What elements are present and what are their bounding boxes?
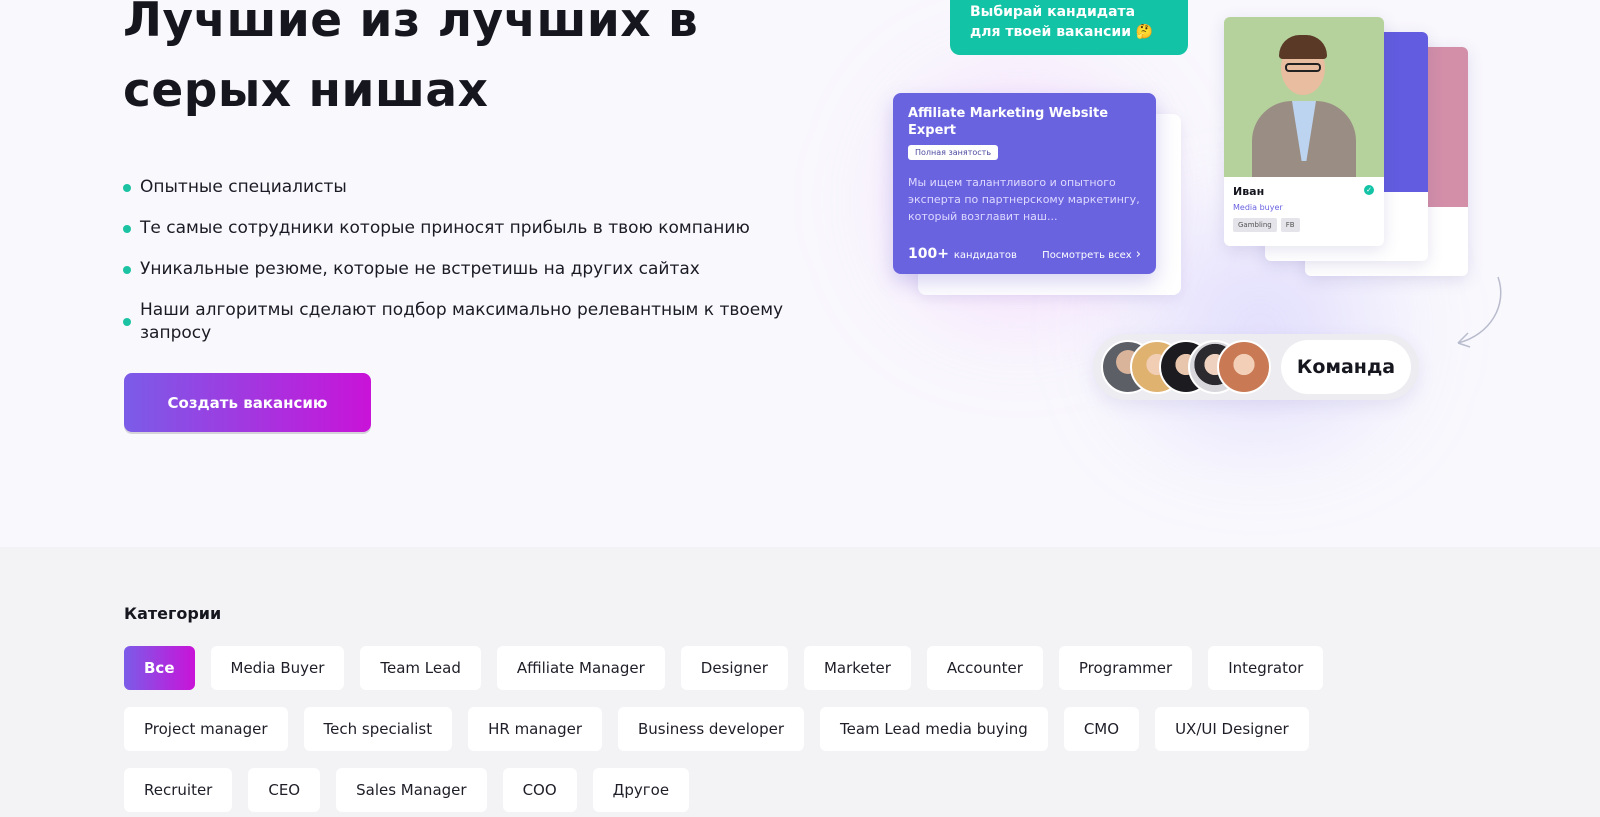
create-vacancy-button[interactable]: Создать вакансию xyxy=(124,373,371,432)
page-title: Лучшие из лучших в серых нишах xyxy=(123,0,823,126)
category-chip-designer[interactable]: Designer xyxy=(680,646,788,690)
category-row-1: Все Media Buyer Team Lead Affiliate Mana… xyxy=(124,646,1339,690)
employment-tag: Полная занятость xyxy=(908,145,999,160)
candidate-info: Иван Media buyer ✓ Gambling FB xyxy=(1224,177,1384,240)
hero-section: Лучшие из лучших в серых нишах Опытные с… xyxy=(0,0,1600,547)
person-illustration xyxy=(1252,27,1356,177)
candidate-card[interactable]: Иван Media buyer ✓ Gambling FB xyxy=(1224,17,1384,246)
candidates-count: 100+ кандидатов xyxy=(908,246,1017,262)
job-title: Affiliate Marketing Website Expert xyxy=(908,106,1109,138)
category-chip-tech-specialist[interactable]: Tech specialist xyxy=(303,707,453,751)
category-row-2: Project manager Tech specialist HR manag… xyxy=(124,707,1325,751)
tooltip-bubble: Выбирай кандидата для твоей вакансии 🤔 xyxy=(950,0,1188,55)
feature-item: Наши алгоритмы сделают подбор максимальн… xyxy=(123,299,843,345)
category-chip-recruiter[interactable]: Recruiter xyxy=(124,768,233,812)
category-chip-cmo[interactable]: CMO xyxy=(1063,707,1140,751)
categories-title: Категории xyxy=(124,604,222,623)
title-line-1: Лучшие из лучших в xyxy=(123,0,699,48)
verified-icon: ✓ xyxy=(1364,185,1374,195)
candidate-photo xyxy=(1224,17,1384,177)
bullet-icon xyxy=(123,224,131,233)
skill-chip: FB xyxy=(1280,218,1300,232)
category-chip-integrator[interactable]: Integrator xyxy=(1208,646,1324,690)
categories-section: Категории Все Media Buyer Team Lead Affi… xyxy=(0,547,1600,817)
feature-item: Уникальные резюме, которые не встретишь … xyxy=(123,258,843,281)
category-chip-team-lead-media-buying[interactable]: Team Lead media buying xyxy=(820,707,1048,751)
view-all-link[interactable]: Посмотреть всех xyxy=(1042,247,1141,262)
team-label: Команда xyxy=(1281,340,1411,394)
curved-arrow-icon xyxy=(1457,276,1502,348)
category-chip-media-buyer[interactable]: Media Buyer xyxy=(210,646,345,690)
team-avatars xyxy=(1101,340,1273,394)
category-chip-programmer[interactable]: Programmer xyxy=(1058,646,1193,690)
category-chip-ceo[interactable]: CEO xyxy=(248,768,321,812)
category-chip-project-manager[interactable]: Project manager xyxy=(124,707,288,751)
category-chip-ux-ui-designer[interactable]: UX/UI Designer xyxy=(1155,707,1309,751)
category-chip-business-developer[interactable]: Business developer xyxy=(617,707,805,751)
category-chip-accounter[interactable]: Accounter xyxy=(926,646,1043,690)
category-chip-sales-manager[interactable]: Sales Manager xyxy=(336,768,487,812)
category-row-3: Recruiter CEO Sales Manager COO Другое xyxy=(124,768,705,812)
title-line-2: серых нишах xyxy=(123,63,489,118)
category-chip-affiliate-manager[interactable]: Affiliate Manager xyxy=(496,646,665,690)
team-pill[interactable]: Команда xyxy=(1093,334,1419,400)
candidate-role: Media buyer xyxy=(1233,203,1283,212)
category-chip-marketer[interactable]: Marketer xyxy=(803,646,911,690)
avatar xyxy=(1217,340,1271,394)
feature-list: Опытные специалисты Те самые сотрудники … xyxy=(123,176,843,363)
category-chip-coo[interactable]: COO xyxy=(502,768,577,812)
candidate-name: Иван xyxy=(1233,185,1265,198)
category-chip-hr-manager[interactable]: HR manager xyxy=(468,707,602,751)
category-chip-all[interactable]: Все xyxy=(124,646,195,690)
bullet-icon xyxy=(123,318,131,326)
job-description: Мы ищем талантливого и опытного эксперта… xyxy=(908,176,1140,223)
candidate-chips: Gambling FB xyxy=(1233,218,1375,232)
category-chip-other[interactable]: Другое xyxy=(592,768,690,812)
feature-item: Опытные специалисты xyxy=(123,176,843,199)
job-footer: 100+ кандидатов Посмотреть всех xyxy=(908,246,1141,262)
bullet-icon xyxy=(123,265,131,274)
skill-chip: Gambling xyxy=(1233,218,1277,232)
job-card[interactable]: Affiliate Marketing Website Expert Полна… xyxy=(893,93,1156,274)
bullet-icon xyxy=(123,183,131,192)
feature-item: Те самые сотрудники которые приносят при… xyxy=(123,217,843,240)
category-chip-team-lead[interactable]: Team Lead xyxy=(360,646,481,690)
